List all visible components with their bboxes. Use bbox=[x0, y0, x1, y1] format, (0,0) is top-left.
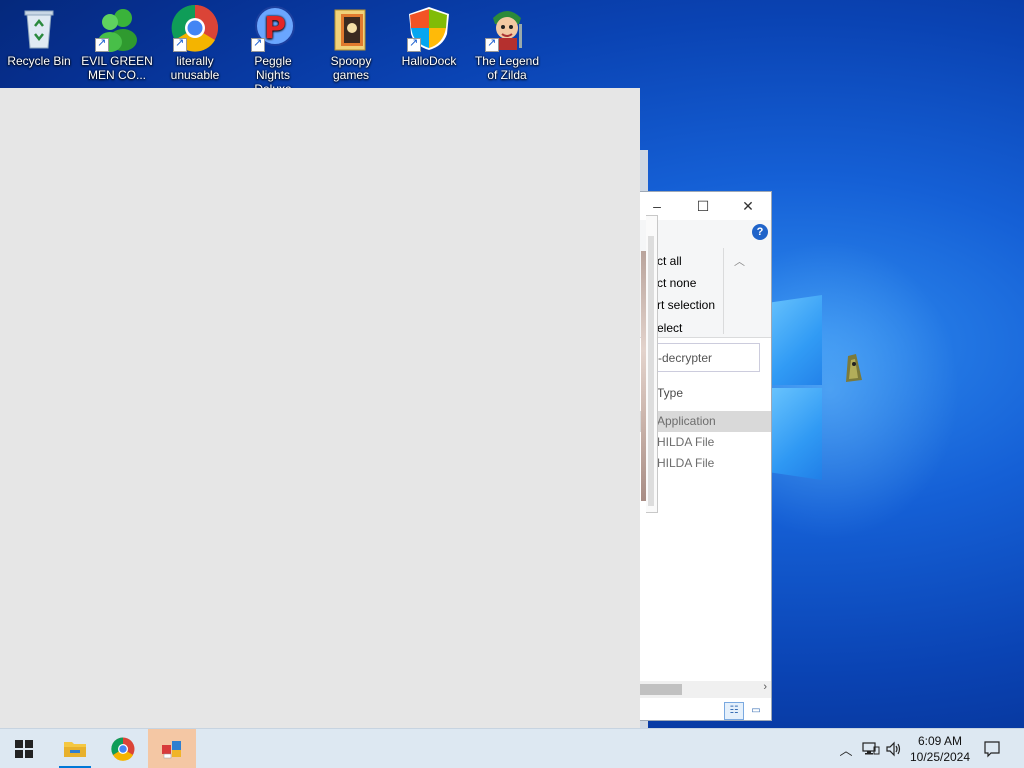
blank-app-window[interactable] bbox=[0, 88, 640, 728]
desktop-icon-label: HalloDock bbox=[401, 54, 457, 68]
volume-icon[interactable] bbox=[884, 729, 904, 768]
green-people-icon bbox=[93, 4, 141, 52]
shortcut-arrow-icon bbox=[407, 36, 421, 52]
desktop-icon-label: Spoopy games bbox=[330, 54, 372, 82]
clock-time: 6:09 AM bbox=[917, 734, 963, 748]
desktop-icon-peggle[interactable]: P Peggle Nights Deluxe bbox=[236, 4, 310, 96]
folder-icon bbox=[327, 4, 375, 52]
shortcut-arrow-icon bbox=[251, 36, 265, 52]
shortcut-arrow-icon bbox=[173, 36, 187, 52]
wallpaper-logo-pane-bl bbox=[772, 388, 822, 480]
shortcut-arrow-icon bbox=[95, 36, 109, 52]
desktop-icon-spoopy-games[interactable]: Spoopy games bbox=[314, 4, 388, 82]
search-input[interactable]: -decrypter bbox=[650, 343, 760, 372]
ribbon-select-group-label: elect bbox=[657, 321, 683, 335]
peggle-icon: P bbox=[249, 4, 297, 52]
svg-text:P: P bbox=[264, 11, 286, 46]
desktop-icon-label: EVIL GREEN MEN CO... bbox=[81, 54, 153, 82]
clock-date: 10/25/2024 bbox=[909, 750, 971, 764]
shortcut-arrow-icon bbox=[485, 36, 499, 52]
taskbar: ︿ 6:09 AM 10/25/2024 bbox=[0, 728, 1024, 768]
app-icon bbox=[162, 741, 181, 759]
ribbon-select-none[interactable]: ct none bbox=[657, 276, 696, 290]
details-view-icon[interactable]: ☷ bbox=[724, 702, 744, 720]
desktop-icon-label: The Legend of Zilda bbox=[474, 54, 540, 82]
desktop-pet-icon[interactable] bbox=[842, 352, 868, 384]
recycle-bin-icon bbox=[15, 4, 63, 52]
file-type: HILDA File bbox=[657, 456, 715, 470]
horizontal-scrollbar[interactable]: › bbox=[640, 681, 771, 698]
maximize-icon[interactable]: ☐ bbox=[692, 196, 714, 216]
file-row[interactable]: HILDA File bbox=[640, 453, 771, 474]
taskbar-file-explorer[interactable] bbox=[51, 729, 99, 768]
scrollbar-thumb[interactable] bbox=[640, 684, 682, 695]
chrome-icon bbox=[171, 4, 219, 52]
explorer-titlebar[interactable]: – ☐ ✕ bbox=[640, 192, 771, 220]
large-icons-view-icon[interactable]: ▭ bbox=[746, 702, 766, 720]
file-row[interactable]: HILDA File bbox=[640, 432, 771, 453]
start-button[interactable] bbox=[0, 729, 48, 768]
notifications-icon[interactable] bbox=[980, 729, 1004, 768]
network-icon[interactable] bbox=[860, 729, 882, 768]
desktop-icon-label: Recycle Bin bbox=[7, 54, 71, 68]
chevron-up-icon[interactable]: ︿ bbox=[836, 729, 856, 768]
shield-icon bbox=[405, 4, 453, 52]
explorer-ribbon: ︿ ct all ct none rt selection elect bbox=[640, 220, 771, 338]
taskbar-chrome[interactable] bbox=[99, 729, 147, 768]
file-row[interactable]: Application bbox=[640, 411, 771, 432]
ribbon-divider bbox=[723, 248, 724, 334]
system-clock[interactable]: 6:09 AM 10/25/2024 bbox=[906, 733, 974, 765]
ribbon-invert-selection[interactable]: rt selection bbox=[657, 298, 715, 312]
file-explorer-window[interactable]: – ☐ ✕ ︿ ct all ct none rt selection elec… bbox=[640, 191, 772, 721]
desktop-icon-literally-unusable[interactable]: literally unusable bbox=[158, 4, 232, 82]
file-type: Application bbox=[657, 414, 716, 428]
help-icon[interactable]: ? bbox=[752, 224, 768, 240]
zilda-icon bbox=[483, 4, 531, 52]
windows-logo-icon bbox=[15, 740, 33, 758]
chevron-up-icon[interactable]: ︿ bbox=[734, 253, 745, 269]
file-type: HILDA File bbox=[657, 435, 715, 449]
chevron-right-icon[interactable]: › bbox=[763, 681, 767, 693]
column-header-type[interactable]: Type bbox=[657, 386, 683, 400]
desktop-icon-label: literally unusable bbox=[170, 54, 220, 82]
desktop-icon-evil-green-men[interactable]: EVIL GREEN MEN CO... bbox=[80, 4, 154, 82]
chrome-icon bbox=[111, 737, 135, 761]
minimize-icon[interactable]: – bbox=[646, 196, 668, 216]
scrollbar-thumb[interactable] bbox=[648, 236, 654, 506]
taskbar-active-app[interactable] bbox=[148, 729, 196, 768]
desktop-icon-legend-of-zilda[interactable]: The Legend of Zilda bbox=[470, 4, 544, 82]
vertical-scrollbar[interactable] bbox=[646, 215, 658, 513]
desktop-icon-recycle-bin[interactable]: Recycle Bin bbox=[2, 4, 76, 68]
file-explorer-icon bbox=[64, 742, 86, 757]
close-icon[interactable]: ✕ bbox=[737, 196, 759, 216]
wallpaper-logo-pane-tl bbox=[772, 295, 822, 385]
ribbon-select-all[interactable]: ct all bbox=[657, 254, 682, 268]
desktop-icon-hallodock[interactable]: HalloDock bbox=[392, 4, 466, 68]
explorer-status-bar: ☷ ▭ bbox=[640, 698, 771, 720]
